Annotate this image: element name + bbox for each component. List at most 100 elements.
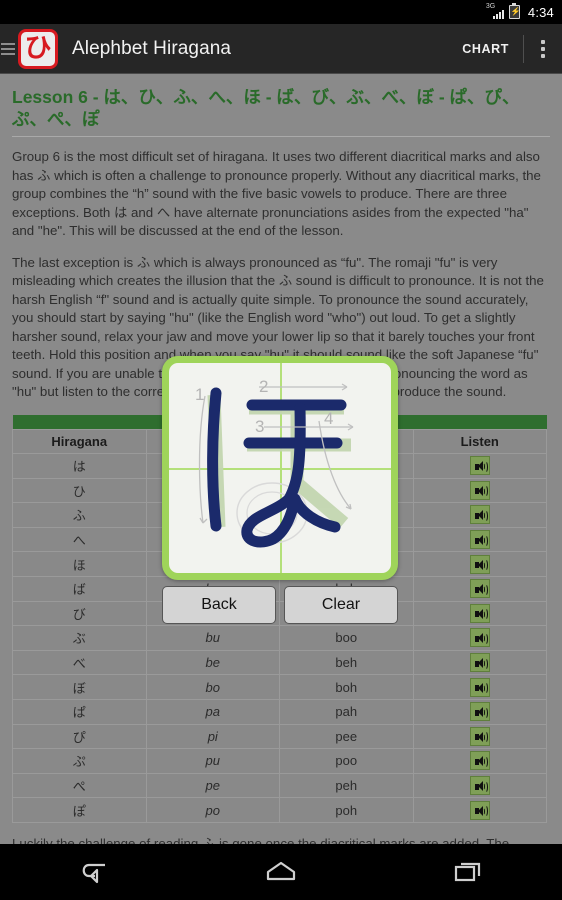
lesson-paragraph-1: Group 6 is the most difficult set of hir…: [12, 149, 541, 238]
cell-pronunciation: heh: [279, 526, 414, 553]
cell-pronunciation: boo: [279, 625, 414, 651]
table-body: はhahahひhiheeふfufooへhehehほhohohばbabahびbib…: [12, 453, 547, 823]
cell-pronunciation: beh: [279, 649, 414, 676]
table-row: ぴ pi pee: [12, 723, 547, 750]
speaker-icon[interactable]: [469, 800, 490, 820]
cell-listen: [412, 526, 547, 553]
cell-listen: [412, 797, 547, 823]
cell-romaji: bu: [145, 625, 280, 651]
speaker-icon[interactable]: [469, 603, 490, 623]
cell-listen: [412, 698, 547, 725]
hamburger-menu-icon[interactable]: [1, 42, 15, 55]
table-row: ぱ pa pah: [12, 698, 547, 725]
nav-home-icon[interactable]: [264, 859, 298, 885]
cell-hiragana: ぶ: [12, 625, 147, 651]
speaker-icon[interactable]: [469, 480, 490, 500]
column-header-listen: Listen: [412, 429, 547, 454]
speaker-icon[interactable]: [469, 702, 490, 722]
cell-listen: [412, 625, 547, 651]
cell-pronunciation: hee: [279, 477, 414, 504]
table-header-row: Hiragana Listen: [12, 429, 547, 454]
table-row: べ be beh: [12, 649, 547, 676]
speaker-icon[interactable]: [469, 579, 490, 599]
cell-hiragana: ひ: [12, 477, 147, 504]
overflow-menu-icon[interactable]: [524, 24, 562, 73]
speaker-icon[interactable]: [469, 530, 490, 550]
speaker-icon[interactable]: [469, 677, 490, 697]
cell-hiragana: べ: [12, 649, 147, 676]
speaker-icon[interactable]: [469, 505, 490, 525]
cell-listen: [412, 502, 547, 528]
cell-romaji: be: [145, 649, 280, 676]
cell-hiragana: ふ: [12, 502, 147, 528]
android-nav-bar: [0, 844, 562, 900]
cell-listen: [412, 600, 547, 627]
speaker-icon[interactable]: [469, 554, 490, 574]
cell-listen: [412, 575, 547, 602]
chart-button[interactable]: CHART: [448, 42, 523, 56]
cell-hiragana: び: [12, 600, 147, 627]
cell-pronunciation: poh: [279, 797, 414, 823]
cell-pronunciation: poo: [279, 748, 414, 774]
speaker-icon[interactable]: [469, 776, 490, 796]
cell-hiragana: へ: [12, 526, 147, 553]
cell-pronunciation: foo: [279, 502, 414, 528]
speaker-icon[interactable]: [469, 653, 490, 673]
cell-pronunciation: peh: [279, 772, 414, 799]
cell-romaji: ho: [145, 551, 280, 577]
cell-hiragana: ぼ: [12, 674, 147, 700]
table-row: は ha hah: [12, 453, 547, 479]
cell-romaji: pi: [145, 723, 280, 750]
status-bar: 3G ⚡ 4:34: [0, 0, 562, 24]
cell-romaji: pu: [145, 748, 280, 774]
cell-hiragana: ぴ: [12, 723, 147, 750]
cell-hiragana: ぺ: [12, 772, 147, 799]
table-row: ひ hi hee: [12, 477, 547, 504]
app-logo-icon[interactable]: ひ: [18, 28, 58, 69]
cell-romaji: bo: [145, 674, 280, 700]
action-bar-right: CHART: [448, 24, 562, 73]
speaker-icon[interactable]: [469, 628, 490, 648]
table-green-bar: [12, 414, 547, 430]
cell-listen: [412, 551, 547, 577]
signal-bars-icon: 3G: [485, 2, 504, 20]
cell-romaji: hi: [145, 477, 280, 504]
network-type-label: 3G: [485, 2, 496, 10]
nav-recents-icon[interactable]: [451, 859, 485, 885]
app-root: 3G ⚡ 4:34 ひ Alephbet Hiragana CHART Less…: [0, 0, 562, 900]
action-bar: ひ Alephbet Hiragana CHART: [0, 24, 562, 74]
cell-romaji: po: [145, 797, 280, 823]
back-button[interactable]: Back: [162, 586, 276, 624]
table-row: ふ fu foo: [12, 502, 547, 528]
column-header-pronunciation: [279, 429, 414, 454]
column-header-romaji: [145, 429, 280, 454]
cell-pronunciation: boh: [279, 674, 414, 700]
cell-listen: [412, 453, 547, 479]
cell-pronunciation: pee: [279, 723, 414, 750]
speaker-icon[interactable]: [469, 726, 490, 746]
table-row: へ he heh: [12, 526, 547, 553]
cell-romaji: ha: [145, 453, 280, 479]
table-row: ほ ho hoh: [12, 551, 547, 577]
speaker-icon[interactable]: [469, 751, 490, 771]
cell-hiragana: ぱ: [12, 698, 147, 725]
cell-listen: [412, 723, 547, 750]
cell-listen: [412, 674, 547, 700]
cell-pronunciation: pah: [279, 698, 414, 725]
lesson-content: Lesson 6 - は、ひ、ふ、へ、ほ - ば、び、ぶ、べ、ぼ - ぱ、ぴ、ぷ…: [0, 74, 562, 844]
clear-button[interactable]: Clear: [284, 586, 398, 624]
nav-back-icon[interactable]: [77, 859, 111, 885]
cell-listen: [412, 772, 547, 799]
speaker-icon[interactable]: [469, 456, 490, 476]
cell-romaji: he: [145, 526, 280, 553]
cell-pronunciation: hah: [279, 453, 414, 479]
page-title: Lesson 6 - は、ひ、ふ、へ、ほ - ば、び、ぶ、べ、ぼ - ぱ、ぴ、ぷ…: [12, 87, 520, 129]
column-header-hiragana: Hiragana: [12, 429, 147, 454]
cell-pronunciation: hoh: [279, 551, 414, 577]
signal-bars-glyph: [492, 9, 504, 19]
title-divider: [12, 136, 550, 137]
cell-romaji: pa: [145, 698, 280, 725]
cell-hiragana: ぽ: [12, 797, 147, 823]
lesson-paragraph-2: The last exception is ふ which is always …: [12, 254, 544, 400]
lesson-paragraph-3: Luckily the challenge of reading ふ is go…: [12, 835, 510, 844]
